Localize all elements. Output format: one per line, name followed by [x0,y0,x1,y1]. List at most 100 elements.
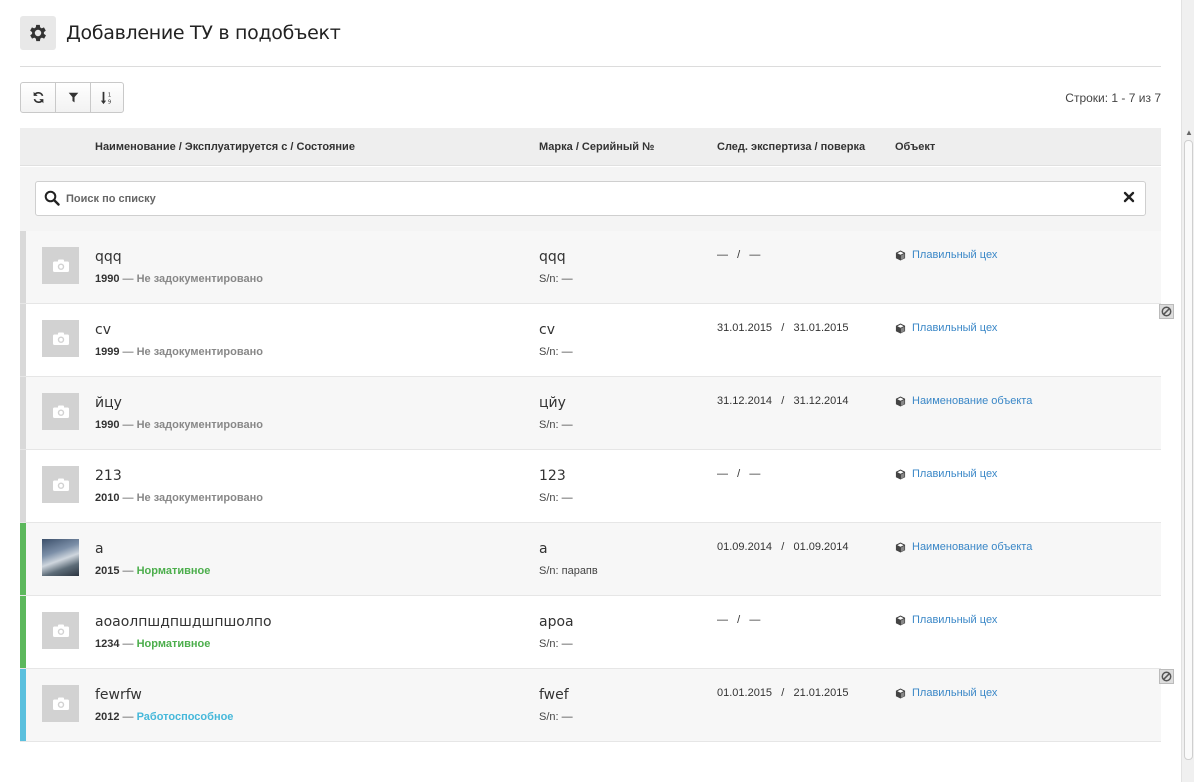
scrollbar[interactable]: ▲ [1181,0,1194,782]
close-icon[interactable] [1123,191,1135,203]
expertise-dates: — / — [717,614,760,626]
mark-value: fwef [539,687,569,703]
cube-icon [895,541,906,553]
refresh-icon [33,91,43,104]
state-label: Не задокументировано [136,492,263,504]
search-input[interactable] [66,188,1106,210]
equipment-name[interactable]: fewrfw [95,687,142,703]
serial-number: S/n: — [539,638,573,650]
filter-button[interactable] [56,83,91,112]
camera-icon[interactable] [42,393,79,430]
table-row[interactable]: йцу 1990 — Не задокументировано цйу S/n:… [20,377,1161,450]
state-label: Не задокументировано [136,346,263,358]
table-row[interactable]: qqq 1990 — Не задокументировано qqq S/n:… [20,231,1161,304]
object-link[interactable]: Наименование объекта [912,395,1032,407]
verification-date: 01.09.2014 [793,541,849,553]
blocked-icon[interactable] [1159,669,1174,684]
equipment-name[interactable]: a [95,541,104,557]
camera-icon[interactable] [42,247,79,284]
sort-button[interactable]: 19 [91,83,123,112]
operation-year: 2012 [95,711,120,723]
state-label: Нормативное [136,565,211,577]
date-separator: / [781,395,785,407]
toolbar: 19 [20,82,124,113]
equipment-details: 1234 — Нормативное [95,638,210,650]
mark-value: цйу [539,395,566,411]
verification-date: — [749,468,761,480]
search-box [35,181,1146,216]
object-link[interactable]: Плавильный цех [912,687,997,699]
equipment-name[interactable]: qqq [95,249,122,265]
equipment-details: 2015 — Нормативное [95,565,210,577]
serial-number: S/n: — [539,419,573,431]
camera-icon[interactable] [42,685,79,722]
equipment-name[interactable]: йцу [95,395,122,411]
camera-icon[interactable] [42,320,79,357]
separator: — [119,346,137,358]
operation-year: 1990 [95,273,120,285]
equipment-name[interactable]: cv [95,322,111,338]
state-label: Не задокументировано [136,419,263,431]
blocked-icon[interactable] [1159,304,1174,319]
operation-year: 1990 [95,419,120,431]
gear-icon [20,16,56,50]
search-icon [44,190,60,206]
expertise-date: 01.01.2015 [717,687,773,699]
mark-value: cv [539,322,555,338]
status-indicator [20,523,26,595]
cube-icon [895,322,906,334]
status-indicator [20,377,26,449]
column-header-object[interactable]: Объект [895,141,935,153]
object-link[interactable]: Плавильный цех [912,322,997,334]
object-link[interactable]: Наименование объекта [912,541,1032,553]
verification-date: 31.12.2014 [793,395,849,407]
table-row[interactable]: fewrfw 2012 — Работоспособное fwef S/n: … [20,669,1174,742]
table-row[interactable]: cv 1999 — Не задокументировано cv S/n: —… [20,304,1174,377]
object-link[interactable]: Плавильный цех [912,468,997,480]
operation-year: 2010 [95,492,120,504]
state-label: Не задокументировано [136,273,263,285]
column-header-name[interactable]: Наименование / Эксплуатируется с / Состо… [95,141,355,153]
state-label: Работоспособное [136,711,234,723]
serial-number: S/n: — [539,492,573,504]
equipment-name[interactable]: 213 [95,468,122,484]
scroll-up-arrow-icon[interactable]: ▲ [1185,128,1193,137]
expertise-dates: 01.09.2014 / 01.09.2014 [717,541,849,553]
equipment-table: qqq 1990 — Не задокументировано qqq S/n:… [20,231,1174,742]
object-link[interactable]: Плавильный цех [912,614,997,626]
column-header-expertise[interactable]: След. экспертиза / поверка [717,141,865,153]
object-link[interactable]: Плавильный цех [912,249,997,261]
separator: — [119,419,137,431]
object-cell: Наименование объекта [895,395,1032,407]
camera-icon[interactable] [42,466,79,503]
expertise-date: — [717,249,728,261]
expertise-date: 01.09.2014 [717,541,773,553]
object-cell: Плавильный цех [895,249,997,261]
verification-date: 21.01.2015 [793,687,849,699]
equipment-name[interactable]: аоаолпшдпшдшпшолпо [95,614,272,630]
verification-date: 31.01.2015 [793,322,849,334]
sort-icon: 19 [100,91,111,105]
expertise-dates: 31.01.2015 / 31.01.2015 [717,322,849,334]
mark-value: qqq [539,249,566,265]
camera-icon[interactable] [42,612,79,649]
table-row[interactable]: a 2015 — Нормативное a S/n: парапв 01.09… [20,523,1161,596]
cube-icon [895,468,906,480]
equipment-details: 2012 — Работоспособное [95,711,233,723]
serial-number: S/n: — [539,273,573,285]
date-separator: / [737,614,741,626]
status-indicator [20,669,26,741]
column-header-mark[interactable]: Марка / Серийный № [539,141,654,153]
operation-year: 2015 [95,565,120,577]
date-separator: / [737,249,741,261]
table-header: Наименование / Эксплуатируется с / Состо… [20,128,1161,166]
refresh-button[interactable] [21,83,56,112]
equipment-photo[interactable] [42,539,79,576]
scroll-thumb[interactable] [1184,140,1193,760]
table-row[interactable]: аоаолпшдпшдшпшолпо 1234 — Нормативное ap… [20,596,1161,669]
svg-text:1: 1 [108,92,111,98]
equipment-details: 1999 — Не задокументировано [95,346,263,358]
object-cell: Плавильный цех [895,322,997,334]
table-row[interactable]: 213 2010 — Не задокументировано 123 S/n:… [20,450,1161,523]
expertise-dates: 01.01.2015 / 21.01.2015 [717,687,849,699]
